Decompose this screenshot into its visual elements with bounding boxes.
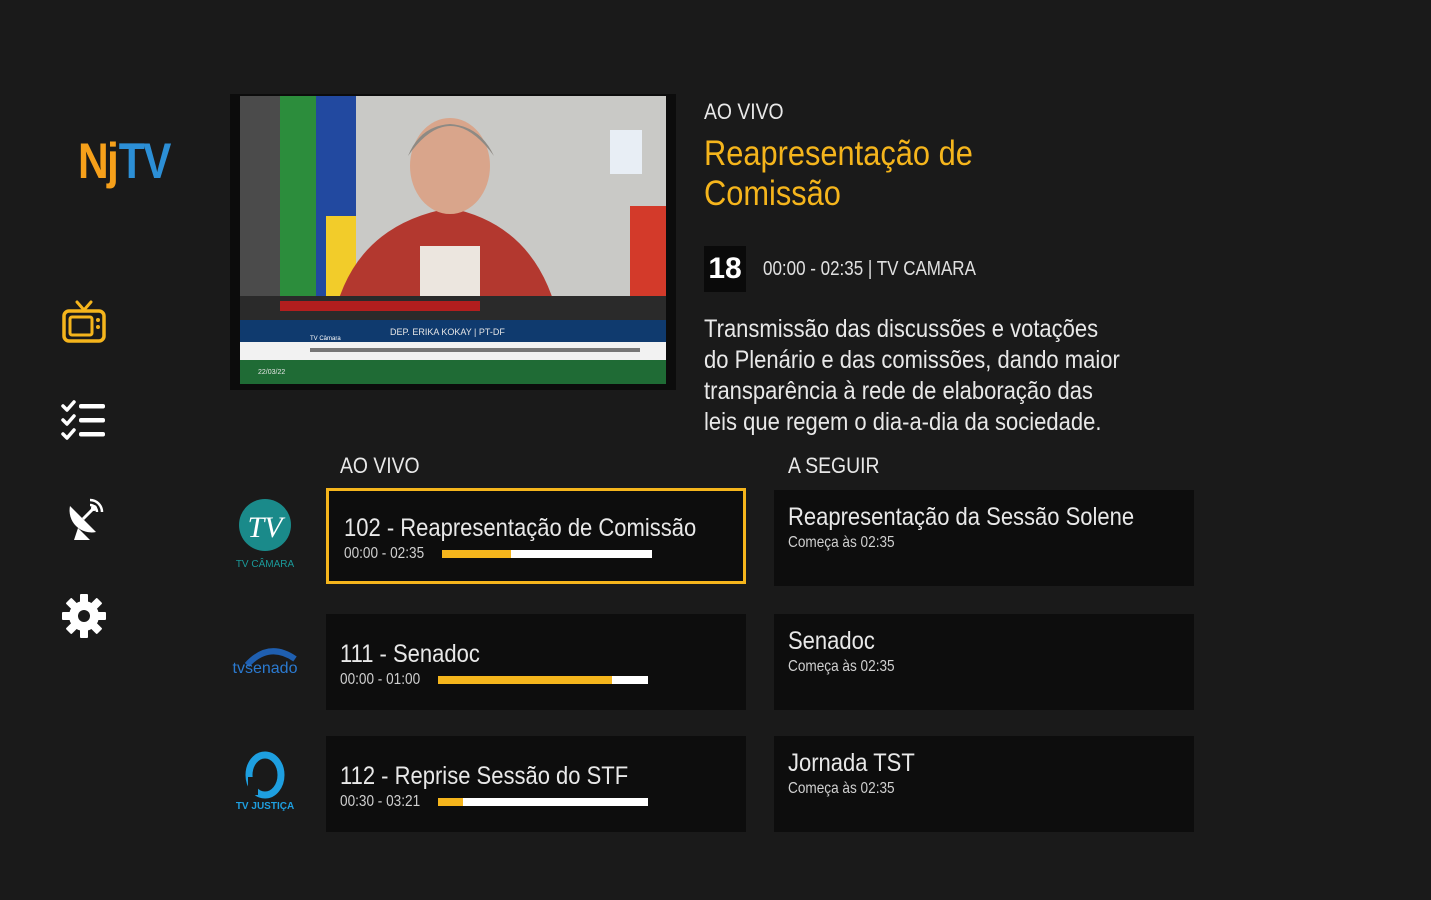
live-card-row-2[interactable]: 111 - Senadoc 00:00 - 01:00: [326, 614, 746, 710]
tv-justica-logo-text: TV JUSTIÇA: [235, 800, 295, 812]
tv-senado-logo-text: tvsenado: [233, 660, 298, 677]
day-badge: 18: [704, 246, 746, 292]
svg-text:TV: TV: [247, 511, 286, 544]
next-card-start: Começa às 02:35: [788, 658, 895, 675]
next-card-title: Jornada TST: [788, 749, 915, 777]
lower-third-date: 22/03/22: [258, 369, 285, 376]
tv-icon: [62, 300, 106, 343]
channel-logo-tv-senado[interactable]: tvsenado: [228, 614, 302, 704]
next-card-row-1[interactable]: Reapresentação da Sessão Solene Começa à…: [774, 490, 1194, 586]
nav-settings[interactable]: [58, 590, 110, 642]
nav-schedule[interactable]: [58, 394, 110, 446]
tv-senado-logo-icon: tvsenado: [233, 648, 298, 677]
next-card-start: Começa às 02:35: [788, 534, 895, 551]
nav-satellite[interactable]: [58, 492, 110, 544]
live-card-row-1[interactable]: 102 - Reapresentação de Comissão 00:00 -…: [326, 488, 746, 584]
live-card-row-3[interactable]: 112 - Reprise Sessão do STF 00:30 - 03:2…: [326, 736, 746, 832]
checklist-icon: [61, 400, 105, 440]
app-logo: Nj TV: [78, 133, 172, 189]
tv-justica-logo-icon: [245, 751, 285, 798]
live-card-progress: [438, 676, 648, 684]
live-label: AO VIVO: [704, 99, 784, 124]
next-card-title: Reapresentação da Sessão Solene: [788, 503, 1135, 531]
lower-third-left: TV Câmara: [310, 336, 341, 342]
lower-third-name: DEP. ERIKA KOKAY | PT-DF: [390, 327, 505, 337]
next-card-title: Senadoc: [788, 627, 875, 655]
next-card-row-3[interactable]: Jornada TST Começa às 02:35: [774, 736, 1194, 832]
video-frame: DEP. ERIKA KOKAY | PT-DF TV Câmara 22/03…: [240, 96, 666, 384]
live-card-title: 102 - Reapresentação de Comissão: [344, 514, 697, 542]
gear-icon: [62, 594, 106, 638]
live-video-preview[interactable]: DEP. ERIKA KOKAY | PT-DF TV Câmara 22/03…: [230, 94, 676, 390]
logo-part-tv: TV: [118, 133, 172, 189]
tv-camara-logo-text: TV CÂMARA: [235, 558, 295, 570]
live-card-time: 00:00 - 01:00: [340, 671, 421, 688]
live-card-title: 112 - Reprise Sessão do STF: [340, 762, 629, 790]
program-time-channel: 00:00 - 02:35 | TV CAMARA: [763, 258, 976, 280]
program-description: Transmissão das discussões e votações do…: [704, 315, 1120, 436]
satellite-dish-icon: [69, 498, 104, 540]
next-card-start: Começa às 02:35: [788, 780, 895, 797]
program-title: Reapresentação de Comissão: [704, 134, 973, 213]
live-card-time: 00:00 - 02:35: [344, 545, 425, 562]
live-card-time: 00:30 - 03:21: [340, 793, 421, 810]
tv-camara-logo-icon: TV: [239, 498, 291, 551]
next-column-header: A SEGUIR: [788, 453, 880, 478]
logo-part-nj: Nj: [78, 133, 119, 189]
live-card-title: 111 - Senadoc: [340, 640, 480, 668]
channel-logo-tv-camara[interactable]: TV TV CÂMARA: [228, 488, 302, 578]
channel-logo-tv-justica[interactable]: TV JUSTIÇA: [228, 736, 302, 826]
next-card-row-2[interactable]: Senadoc Começa às 02:35: [774, 614, 1194, 710]
live-card-progress: [442, 550, 652, 558]
live-column-header: AO VIVO: [340, 453, 420, 478]
nav-live-tv[interactable]: [58, 296, 110, 348]
live-card-progress: [438, 798, 648, 806]
